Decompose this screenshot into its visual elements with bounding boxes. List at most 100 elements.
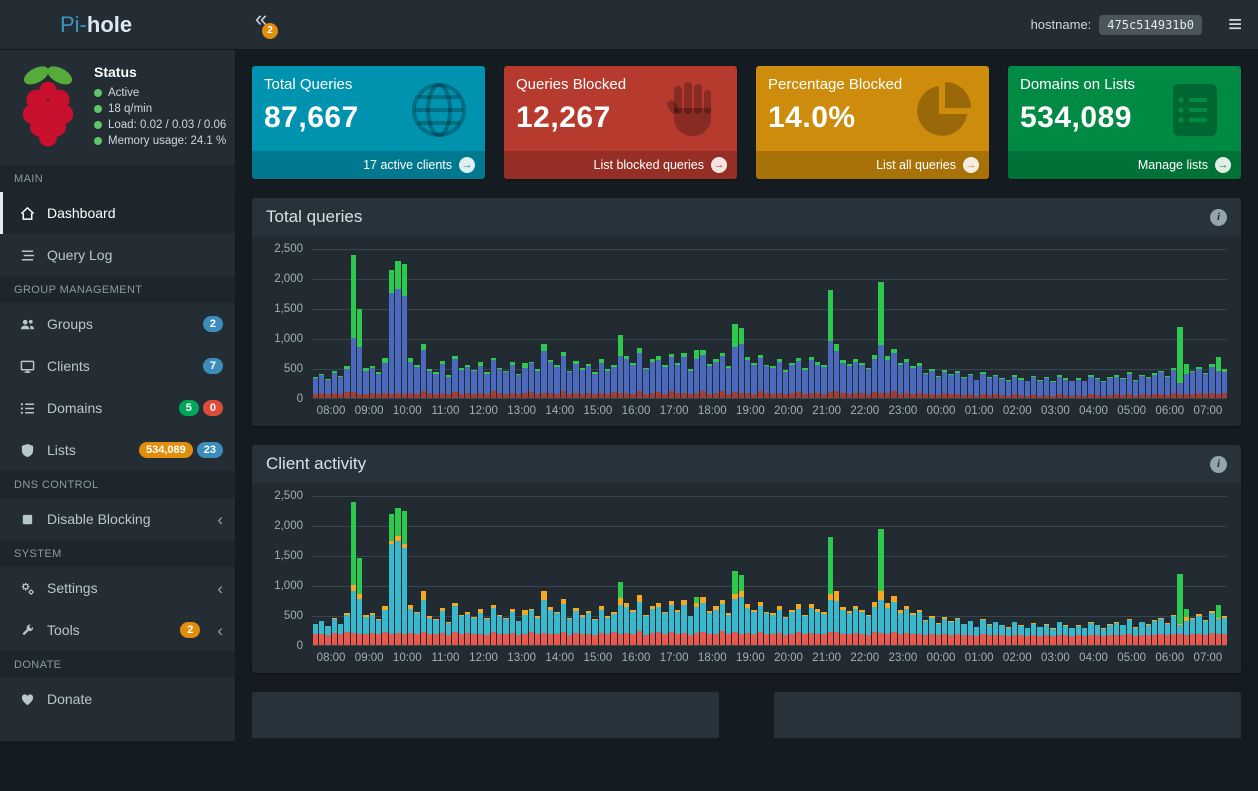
bar[interactable] — [1139, 496, 1144, 645]
bar[interactable] — [605, 496, 610, 645]
bar[interactable] — [471, 249, 476, 398]
bar[interactable] — [853, 496, 858, 645]
bar[interactable] — [541, 249, 546, 398]
bar[interactable] — [739, 496, 744, 645]
bar[interactable] — [446, 249, 451, 398]
sidebar-item-disable-blocking[interactable]: Disable Blocking ‹ — [0, 498, 235, 540]
bar[interactable] — [452, 496, 457, 645]
bar[interactable] — [344, 249, 349, 398]
bar[interactable] — [1158, 496, 1163, 645]
bar[interactable] — [1171, 249, 1176, 398]
sidebar-item-domains[interactable]: Domains 5 0 — [0, 387, 235, 429]
bar[interactable] — [630, 496, 635, 645]
bar[interactable] — [726, 496, 731, 645]
bar[interactable] — [1190, 249, 1195, 398]
bar[interactable] — [1088, 249, 1093, 398]
bar[interactable] — [351, 496, 356, 645]
bar[interactable] — [840, 249, 845, 398]
bar[interactable] — [732, 249, 737, 398]
bar[interactable] — [484, 249, 489, 398]
bar[interactable] — [834, 249, 839, 398]
bar[interactable] — [1216, 249, 1221, 398]
bar[interactable] — [974, 249, 979, 398]
bar[interactable] — [402, 249, 407, 398]
bar[interactable] — [802, 249, 807, 398]
bar[interactable] — [656, 249, 661, 398]
bar[interactable] — [955, 249, 960, 398]
bar[interactable] — [847, 496, 852, 645]
bar[interactable] — [452, 249, 457, 398]
bar[interactable] — [491, 496, 496, 645]
bar[interactable] — [1037, 496, 1042, 645]
bar[interactable] — [440, 249, 445, 398]
bar[interactable] — [319, 496, 324, 645]
bar[interactable] — [1152, 249, 1157, 398]
bar[interactable] — [872, 249, 877, 398]
bar[interactable] — [1107, 496, 1112, 645]
bar[interactable] — [923, 496, 928, 645]
bar[interactable] — [440, 496, 445, 645]
bar[interactable] — [548, 249, 553, 398]
bar[interactable] — [694, 496, 699, 645]
bar[interactable] — [573, 496, 578, 645]
bar[interactable] — [968, 496, 973, 645]
bar[interactable] — [561, 496, 566, 645]
brand-logo[interactable]: Pi-hole — [0, 0, 235, 49]
bar[interactable] — [325, 249, 330, 398]
bar[interactable] — [1063, 249, 1068, 398]
bar[interactable] — [630, 249, 635, 398]
bar[interactable] — [580, 249, 585, 398]
bar[interactable] — [484, 496, 489, 645]
bar[interactable] — [1146, 496, 1151, 645]
bar[interactable] — [446, 496, 451, 645]
bar[interactable] — [923, 249, 928, 398]
bar[interactable] — [529, 496, 534, 645]
bar[interactable] — [503, 249, 508, 398]
bar[interactable] — [1101, 496, 1106, 645]
bar[interactable] — [802, 496, 807, 645]
bar[interactable] — [395, 496, 400, 645]
bar[interactable] — [847, 249, 852, 398]
sidebar-item-clients[interactable]: Clients 7 — [0, 345, 235, 387]
bar[interactable] — [1044, 496, 1049, 645]
bar[interactable] — [789, 496, 794, 645]
bar[interactable] — [1152, 496, 1157, 645]
bar[interactable] — [1209, 496, 1214, 645]
bar[interactable] — [948, 496, 953, 645]
bar[interactable] — [510, 249, 515, 398]
bar[interactable] — [936, 249, 941, 398]
bar[interactable] — [700, 249, 705, 398]
bar[interactable] — [878, 249, 883, 398]
bar[interactable] — [1057, 249, 1062, 398]
sidebar-item-tools[interactable]: Tools 2 ‹ — [0, 609, 235, 651]
sidebar-item-lists[interactable]: Lists 534,089 23 — [0, 429, 235, 471]
bar[interactable] — [1018, 249, 1023, 398]
manage-lists-link[interactable]: Manage lists → — [1008, 151, 1241, 179]
bar[interactable] — [1012, 496, 1017, 645]
bar[interactable] — [1101, 249, 1106, 398]
bar[interactable] — [433, 249, 438, 398]
bar[interactable] — [764, 496, 769, 645]
bar[interactable] — [402, 496, 407, 645]
bar[interactable] — [650, 249, 655, 398]
bar[interactable] — [1133, 249, 1138, 398]
bar[interactable] — [592, 249, 597, 398]
bar[interactable] — [1177, 249, 1182, 398]
bar[interactable] — [376, 249, 381, 398]
bar[interactable] — [942, 249, 947, 398]
bar[interactable] — [751, 249, 756, 398]
bar[interactable] — [656, 496, 661, 645]
bar[interactable] — [720, 249, 725, 398]
bar[interactable] — [999, 249, 1004, 398]
bar[interactable] — [580, 496, 585, 645]
bar[interactable] — [605, 249, 610, 398]
bar[interactable] — [1222, 496, 1227, 645]
bar[interactable] — [898, 496, 903, 645]
bar[interactable] — [809, 496, 814, 645]
bar[interactable] — [414, 496, 419, 645]
bar[interactable] — [313, 249, 318, 398]
bar[interactable] — [1076, 496, 1081, 645]
bar[interactable] — [834, 496, 839, 645]
bar[interactable] — [1095, 496, 1100, 645]
bar[interactable] — [1139, 249, 1144, 398]
